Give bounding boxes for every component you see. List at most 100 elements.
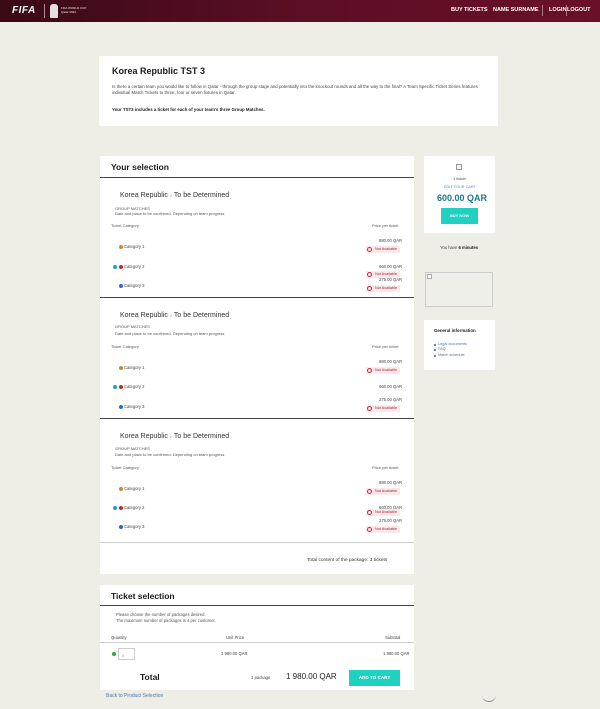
- logo-divider: [44, 4, 45, 18]
- category-label: Category 3: [124, 404, 145, 409]
- not-available-icon: [367, 510, 372, 515]
- promo-image-placeholder: [425, 272, 493, 307]
- col-price-per-ticket: Price per ticket: [372, 223, 399, 228]
- broken-image-icon: [427, 274, 432, 279]
- bullet-icon: [434, 349, 436, 351]
- not-available-icon: [367, 527, 372, 532]
- timer-text: You have 6 minutes: [440, 245, 478, 250]
- status-text: Not Available: [375, 489, 398, 493]
- faq-link[interactable]: FAQ: [438, 347, 446, 351]
- category-label: Category 2: [124, 264, 145, 269]
- category-label: Category 3: [124, 524, 145, 529]
- opponent-name: To be Determined: [173, 192, 230, 199]
- category-2-extra-dot-icon: [113, 265, 117, 269]
- team-name: Korea Republic: [120, 192, 168, 199]
- col-price-per-ticket: Price per ticket: [372, 465, 399, 470]
- section-rule: [100, 542, 414, 543]
- intro-card: Korea Republic TST 3 Is there a certain …: [99, 56, 498, 126]
- match-note: Date and place to be confirmed. Dependin…: [115, 331, 225, 336]
- back-to-product-selection-link[interactable]: Back to Product Selection: [106, 693, 163, 699]
- intro-description: Is there a certain team you would like t…: [112, 84, 478, 96]
- nav-logout[interactable]: LOGOUT: [567, 7, 591, 13]
- col-ticket-category: Ticket Category: [111, 223, 139, 228]
- match-title: Korea Republic v To be Determined: [120, 433, 229, 440]
- unit-price-value: 1 980.00 QAR: [221, 651, 248, 656]
- selection-card: Your selection Korea Republic v To be Dete…: [100, 156, 414, 574]
- bullet-icon: [434, 344, 436, 346]
- general-info-card: General information Legal documents FAQ …: [424, 320, 495, 370]
- not-available-icon: [367, 489, 372, 494]
- category-price: 660.00 QAR: [379, 384, 403, 389]
- package-count: 1 package: [251, 675, 271, 680]
- stage-label: GROUP MATCHES: [115, 446, 150, 451]
- legal-documents-link[interactable]: Legal documents: [438, 342, 467, 346]
- category-price: 275.00 QAR: [379, 518, 403, 523]
- total-label: Total: [140, 672, 160, 682]
- not-available-badge: Not Available: [366, 285, 400, 292]
- not-available-icon: [367, 247, 372, 252]
- col-unit-price: Unit Price: [226, 635, 245, 640]
- match-title: Korea Republic v To be Determined: [120, 312, 229, 319]
- total-bar: Total 1 package 1 980.00 QAR ADD TO CART: [100, 665, 414, 690]
- intro-highlight: Your TST3 includes a ticket for each of …: [112, 107, 265, 112]
- quantity-input[interactable]: [118, 648, 135, 660]
- category-3-dot-icon: [119, 284, 123, 288]
- world-cup-emblem-icon: [50, 4, 58, 18]
- category-2-dot-icon: [119, 385, 123, 389]
- category-label: Category 2: [124, 505, 145, 510]
- col-ticket-category: Ticket Category: [111, 465, 139, 470]
- bullet-icon: [434, 355, 436, 357]
- team-name: Korea Republic: [120, 312, 168, 319]
- ticket-selection-title: Ticket selection: [111, 591, 175, 601]
- col-ticket-category: Ticket Category: [111, 344, 139, 349]
- not-available-badge: Not Available: [366, 526, 400, 533]
- category-1-dot-icon: [119, 366, 123, 370]
- ticket-selection-card: Ticket selection Please choose the numbe…: [100, 585, 414, 665]
- col-price-per-ticket: Price per ticket: [372, 344, 399, 349]
- status-dot-icon: [112, 652, 116, 656]
- category-price: 880.00 QAR: [379, 359, 403, 364]
- match-title: Korea Republic v To be Determined: [120, 192, 229, 199]
- not-available-badge: Not Available: [366, 509, 400, 516]
- opponent-name: To be Determined: [173, 433, 230, 440]
- status-text: Not Available: [375, 368, 398, 372]
- selection-title: Your selection: [111, 162, 169, 172]
- fifa-logo[interactable]: FIFA: [12, 5, 36, 16]
- timer-value: 6 minutes: [458, 245, 479, 250]
- match-schedule-link[interactable]: Match schedule: [438, 353, 465, 357]
- category-2-dot-icon: [119, 265, 123, 269]
- add-to-cart-button[interactable]: ADD TO CART: [349, 670, 400, 686]
- nav-name-surname[interactable]: NAME SURNAME: [493, 7, 539, 13]
- nav-login[interactable]: LOGIN: [549, 7, 566, 13]
- general-info-title: General information: [434, 328, 476, 333]
- scroll-indicator-icon: [482, 694, 496, 702]
- category-2-dot-icon: [119, 506, 123, 510]
- cart-price: 600.00 QAR: [437, 193, 488, 203]
- instruction-text: Please choose the number of packages des…: [116, 612, 206, 617]
- category-3-dot-icon: [119, 405, 123, 409]
- category-2-extra-dot-icon: [113, 385, 117, 389]
- status-text: Not Available: [375, 406, 398, 410]
- status-text: Not Available: [375, 286, 398, 290]
- col-subtotal: Subtotal: [385, 635, 401, 640]
- stage-label: GROUP MATCHES: [115, 324, 150, 329]
- section-rule: [100, 177, 414, 178]
- status-text: Not Available: [375, 527, 398, 531]
- category-price: 880.00 QAR: [379, 238, 403, 243]
- buy-now-button[interactable]: BUY NOW: [441, 208, 478, 224]
- status-text: Not Available: [375, 272, 398, 276]
- top-header: FIFA FIFA WORLD CUP Qatar 2022 BUY TICKE…: [0, 0, 600, 22]
- nav-buy-tickets[interactable]: BUY TICKETS: [451, 7, 488, 13]
- section-rule: [100, 642, 414, 643]
- timer-prefix: You have: [440, 245, 458, 250]
- category-price: 275.00 QAR: [379, 397, 403, 402]
- category-price: 275.00 QAR: [379, 277, 403, 282]
- total-price: 1 980.00 QAR: [286, 672, 337, 681]
- not-available-icon: [367, 368, 372, 373]
- category-price: 660.00 QAR: [379, 264, 403, 269]
- category-1-dot-icon: [119, 245, 123, 249]
- category-label: Category 2: [124, 384, 145, 389]
- edit-cart-link[interactable]: EDIT YOUR CART: [444, 185, 476, 189]
- not-available-badge: Not Available: [366, 405, 400, 412]
- subtotal-value: 1 980.00 QAR: [383, 651, 410, 656]
